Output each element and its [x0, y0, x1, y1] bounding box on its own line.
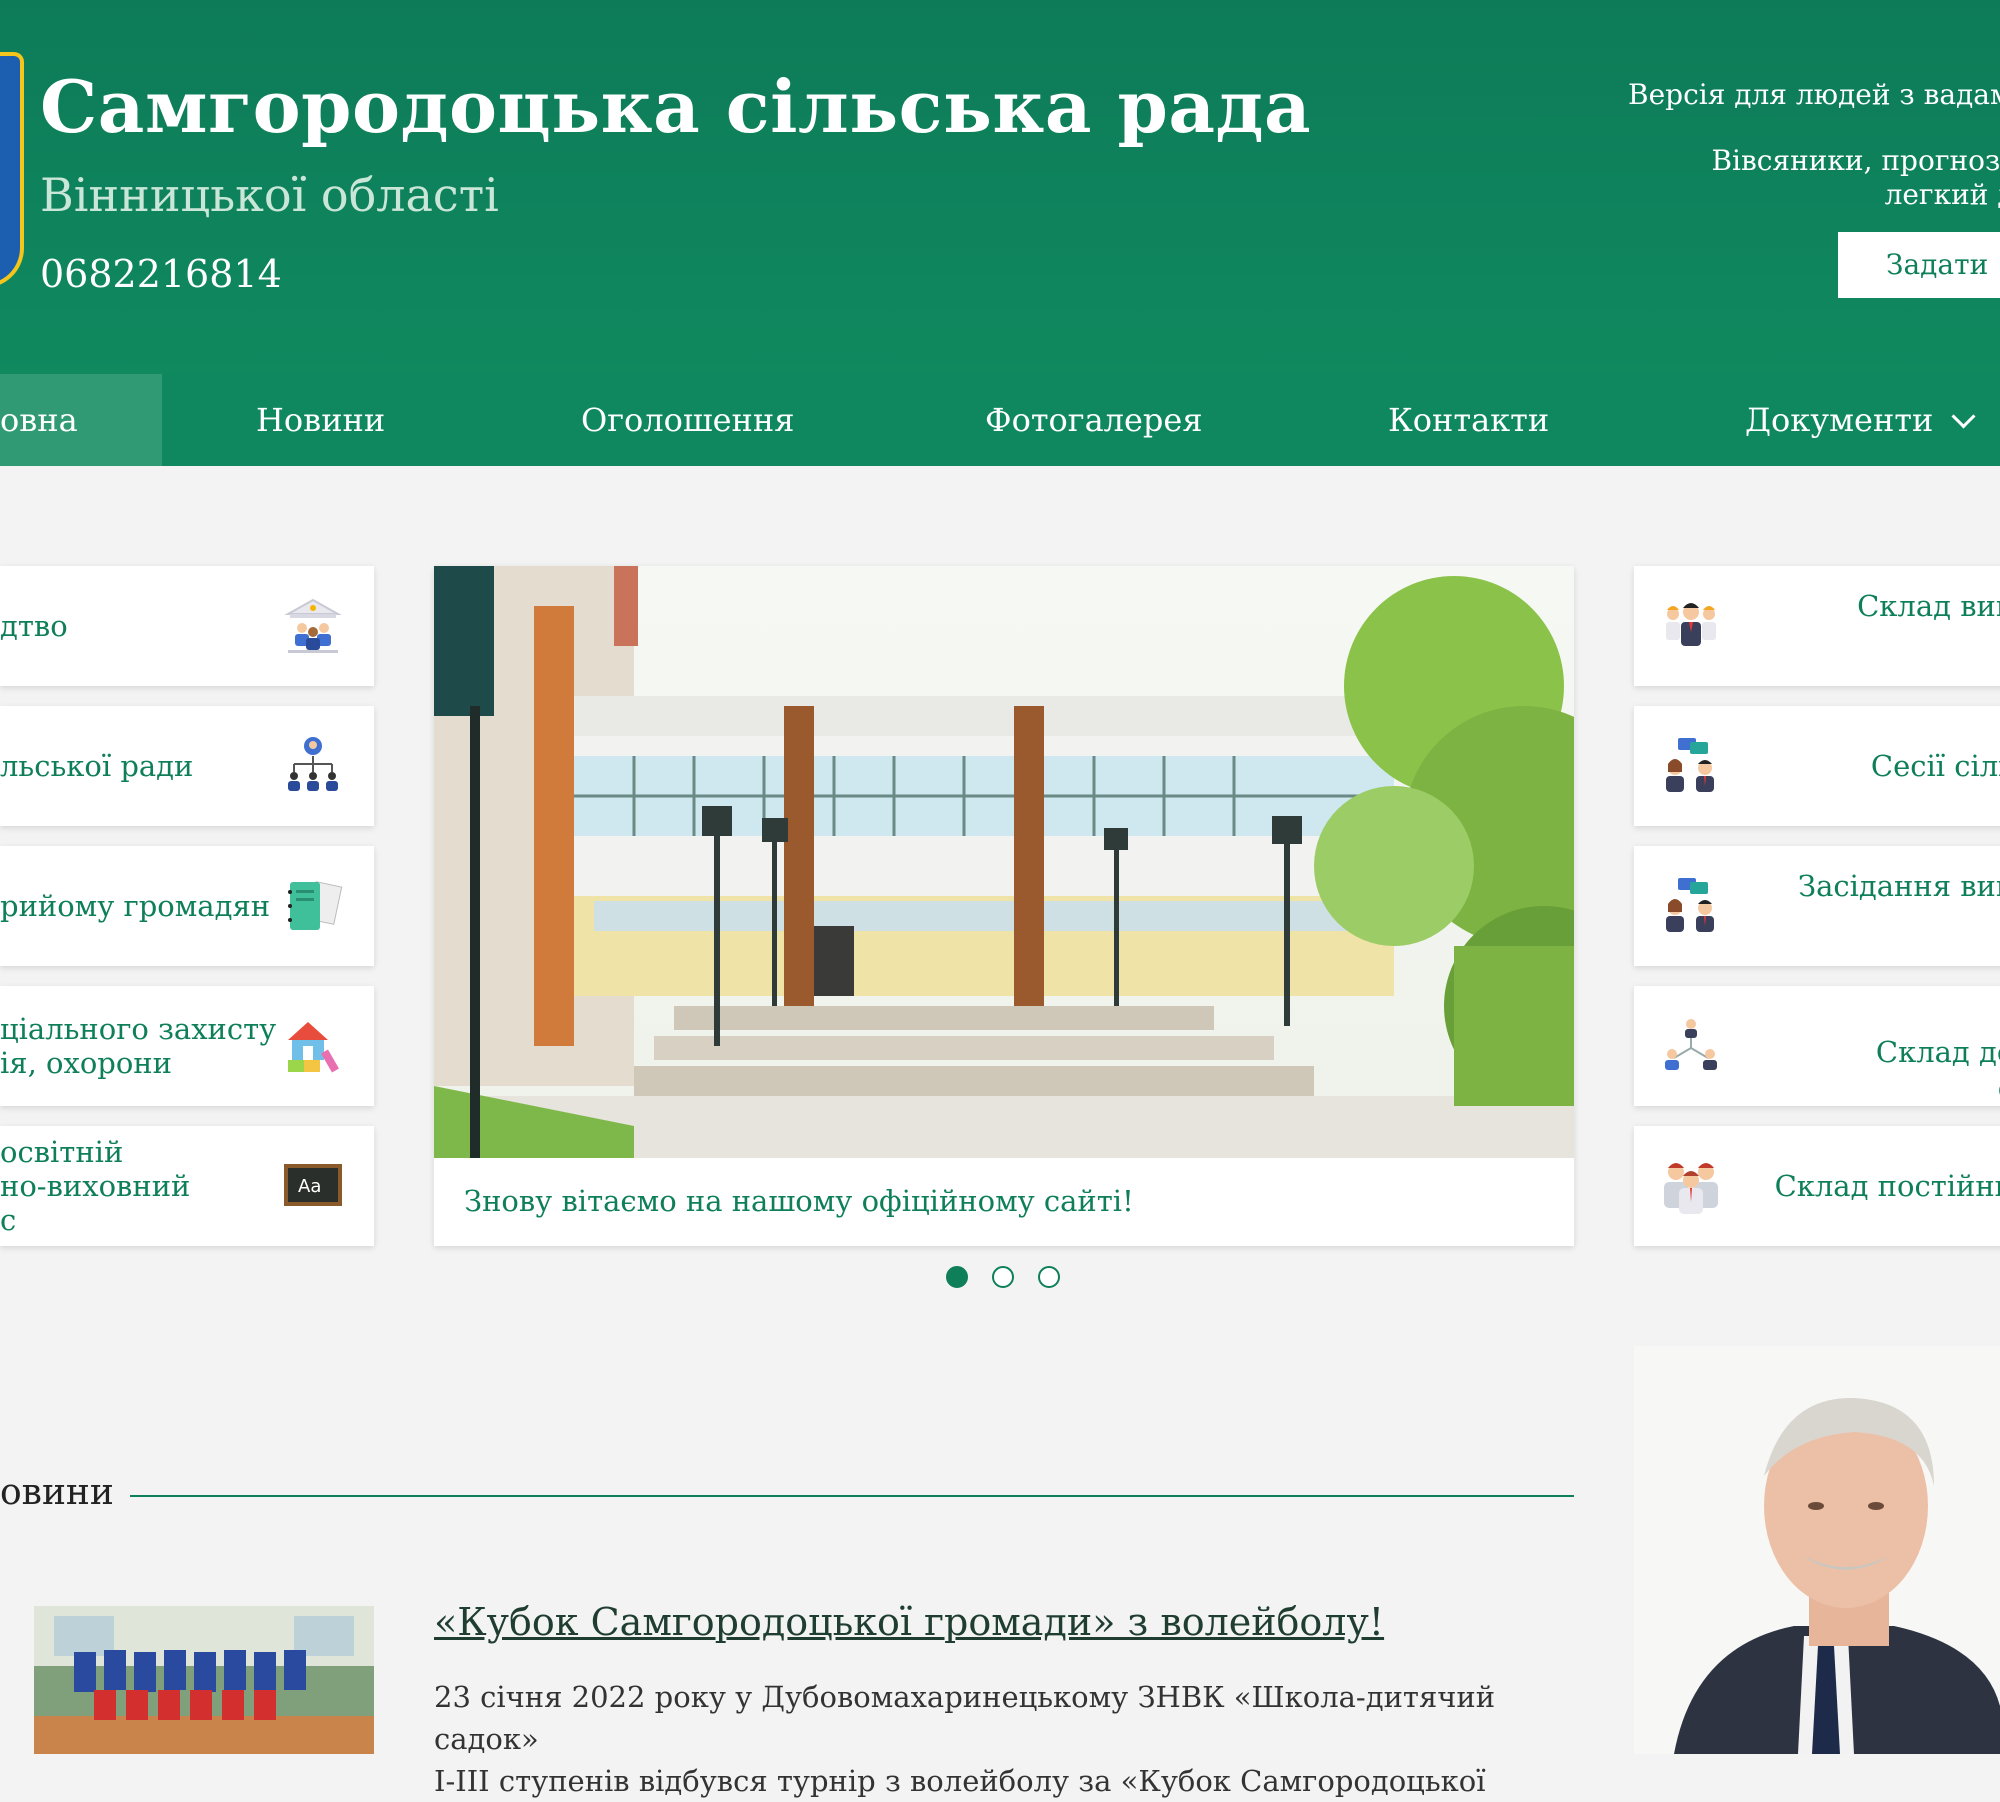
nav-item-photogallery[interactable]: Фотогалерея	[985, 374, 1203, 466]
hero-slider[interactable]: Знову вітаємо на нашому офіційному сайті…	[434, 566, 1574, 1246]
svg-text:Aa: Aa	[298, 1176, 321, 1197]
quick-link-card[interactable]: рийому громадян	[0, 846, 374, 966]
network-icon	[1665, 1019, 1717, 1070]
nav-item-home[interactable]: овна	[0, 374, 162, 466]
chalkboard-icon: Aa	[284, 1164, 342, 1206]
site-title[interactable]: Самгородоцька сільська рада	[40, 64, 1311, 149]
nav-item-announcements[interactable]: Оголошення	[581, 374, 794, 466]
card-label: освітній но-виховний с	[0, 1135, 191, 1237]
nav-item-label: Контакти	[1388, 401, 1550, 439]
nav-item-label: Новини	[256, 401, 386, 439]
card-label: Сесії сіль	[1870, 749, 2000, 783]
slider-dot[interactable]	[992, 1266, 1014, 1288]
nav-item-documents[interactable]: Документи	[1745, 374, 1976, 466]
card-label: льської ради	[0, 749, 194, 783]
notebook-icon	[288, 881, 343, 930]
weather-line: Вівсяники, прогноз на	[1711, 144, 2000, 177]
quick-link-card[interactable]: Сесії сіль	[1634, 706, 2000, 826]
nav-item-label: Оголошення	[581, 401, 795, 439]
quick-link-card[interactable]: Засідання вик	[1634, 846, 2000, 966]
nav-item-label: Фотогалерея	[985, 401, 1203, 439]
house-blocks-icon	[288, 1022, 339, 1073]
head-portrait-image[interactable]	[1634, 1346, 2000, 1754]
nav-item-label: Документи	[1745, 401, 1934, 439]
site-header: Самгородоцька сільська рада Вінницької о…	[0, 0, 2000, 374]
news-excerpt-line: І-ІІІ ступенів відбувся турнір з волейбо…	[434, 1764, 1486, 1798]
org-structure-icon	[288, 737, 338, 791]
site-subtitle: Вінницької області	[40, 168, 499, 222]
card-label: Склад постійни	[1774, 1169, 2000, 1203]
slide-caption[interactable]: Знову вітаємо на нашому офіційному сайті…	[464, 1184, 1134, 1218]
card-label: дтво	[0, 609, 68, 643]
ask-question-button[interactable]: Задати	[1838, 232, 2000, 298]
news-thumbnail[interactable]	[34, 1606, 374, 1754]
nav-item-news[interactable]: Новини	[256, 374, 385, 466]
slider-dot[interactable]	[946, 1266, 968, 1288]
slide-image	[434, 566, 1574, 1158]
coat-of-arms-logo[interactable]	[0, 52, 24, 288]
chevron-down-icon	[1951, 404, 1976, 429]
quick-link-card[interactable]: Склад вик	[1634, 566, 2000, 686]
nav-item-contacts[interactable]: Контакти	[1388, 374, 1549, 466]
card-label: ціального захисту ія, охорони	[0, 1012, 277, 1080]
quick-link-card[interactable]: льської ради	[0, 706, 374, 826]
divider	[130, 1495, 1574, 1497]
accessibility-version-link[interactable]: Версія для людей з вадам	[1628, 78, 2000, 111]
discussion-icon	[1666, 738, 1714, 792]
card-label: рийому громадян	[0, 889, 271, 923]
quick-link-card[interactable]: Склад дес	[1634, 986, 2000, 1106]
quick-link-card[interactable]: ціального захисту ія, охорони	[0, 986, 374, 1106]
card-label: Склад дес	[1875, 1035, 2000, 1105]
weather-widget: Вівсяники, прогноз на легкий до	[1668, 144, 2000, 212]
group-icon	[1664, 1163, 1718, 1214]
site-phone[interactable]: 0682216814	[40, 252, 282, 296]
quick-link-card[interactable]: дтво	[0, 566, 374, 686]
news-excerpt-line: 23 січня 2022 року у Дубовомахаринецьком…	[434, 1680, 1496, 1756]
quick-link-card[interactable]: Склад постійни	[1634, 1126, 2000, 1246]
slider-dot[interactable]	[1038, 1266, 1060, 1288]
quick-link-card[interactable]: освітній но-виховний с Aa	[0, 1126, 374, 1246]
team-icon	[1666, 603, 1716, 646]
news-excerpt: 23 січня 2022 року у Дубовомахаринецьком…	[434, 1676, 1574, 1802]
card-label: Склад вик	[1857, 589, 2000, 623]
main-nav: овна Новини Оголошення Фотогалерея Конта…	[0, 374, 2000, 466]
card-label: Засідання вик	[1798, 869, 2000, 903]
news-title-link[interactable]: «Кубок Самгородоцької громади» з волейбо…	[434, 1600, 1384, 1644]
news-section-heading: овини	[0, 1472, 114, 1513]
discussion-icon	[1666, 878, 1714, 932]
weather-line: легкий до	[1884, 178, 2000, 211]
leadership-icon	[284, 598, 342, 653]
nav-item-label: овна	[0, 401, 78, 439]
